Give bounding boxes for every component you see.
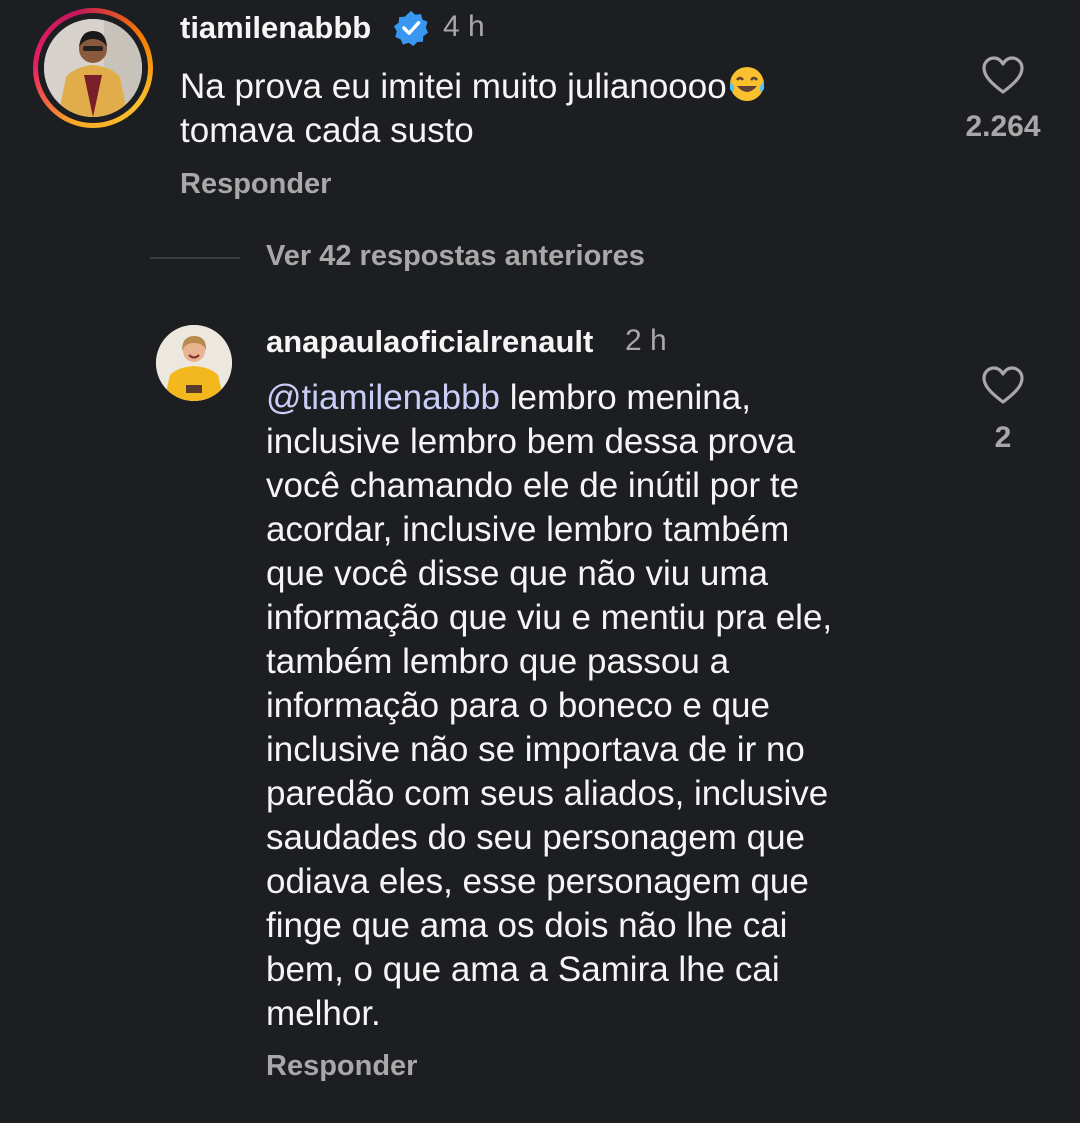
comment-text-line1: Na prova eu imitei muito julianoooo — [180, 67, 727, 106]
comment-username[interactable]: anapaulaoficialrenault — [266, 324, 593, 360]
comment-text: @tiamilenabbb lembro menina, inclusive l… — [266, 376, 946, 1036]
comment-username[interactable]: tiamilenabbb — [180, 10, 371, 46]
reply-button[interactable]: Responder — [180, 168, 331, 201]
view-previous-replies-button[interactable]: Ver 42 respostas anteriores — [266, 240, 645, 273]
like-count: 2 — [994, 421, 1012, 454]
avatar — [44, 19, 142, 117]
comments-screen: tiamilenabbb 4 h Na prova eu imitei muit… — [0, 0, 1080, 1123]
avatar-anapaulaoficialrenault[interactable] — [156, 325, 232, 401]
comment-text-line2: tomava cada susto — [180, 111, 474, 150]
verified-badge-icon — [393, 10, 429, 47]
comment-time: 2 h — [625, 324, 667, 357]
heart-icon[interactable] — [981, 55, 1025, 95]
avatar-tiamilenabbb-story-ring[interactable] — [33, 8, 153, 128]
comment-text-body: lembro menina, inclusive lembro bem dess… — [266, 378, 833, 1033]
like-count: 2.264 — [965, 110, 1041, 143]
mention-link[interactable]: @tiamilenabbb — [266, 378, 500, 417]
reply-button[interactable]: Responder — [266, 1050, 417, 1083]
face-with-tears-of-joy-icon — [729, 67, 764, 101]
comment-time: 4 h — [443, 10, 485, 43]
heart-icon[interactable] — [981, 365, 1025, 405]
replies-divider — [150, 257, 240, 259]
comment-text: Na prova eu imitei muito julianoooo tomav… — [180, 64, 900, 153]
